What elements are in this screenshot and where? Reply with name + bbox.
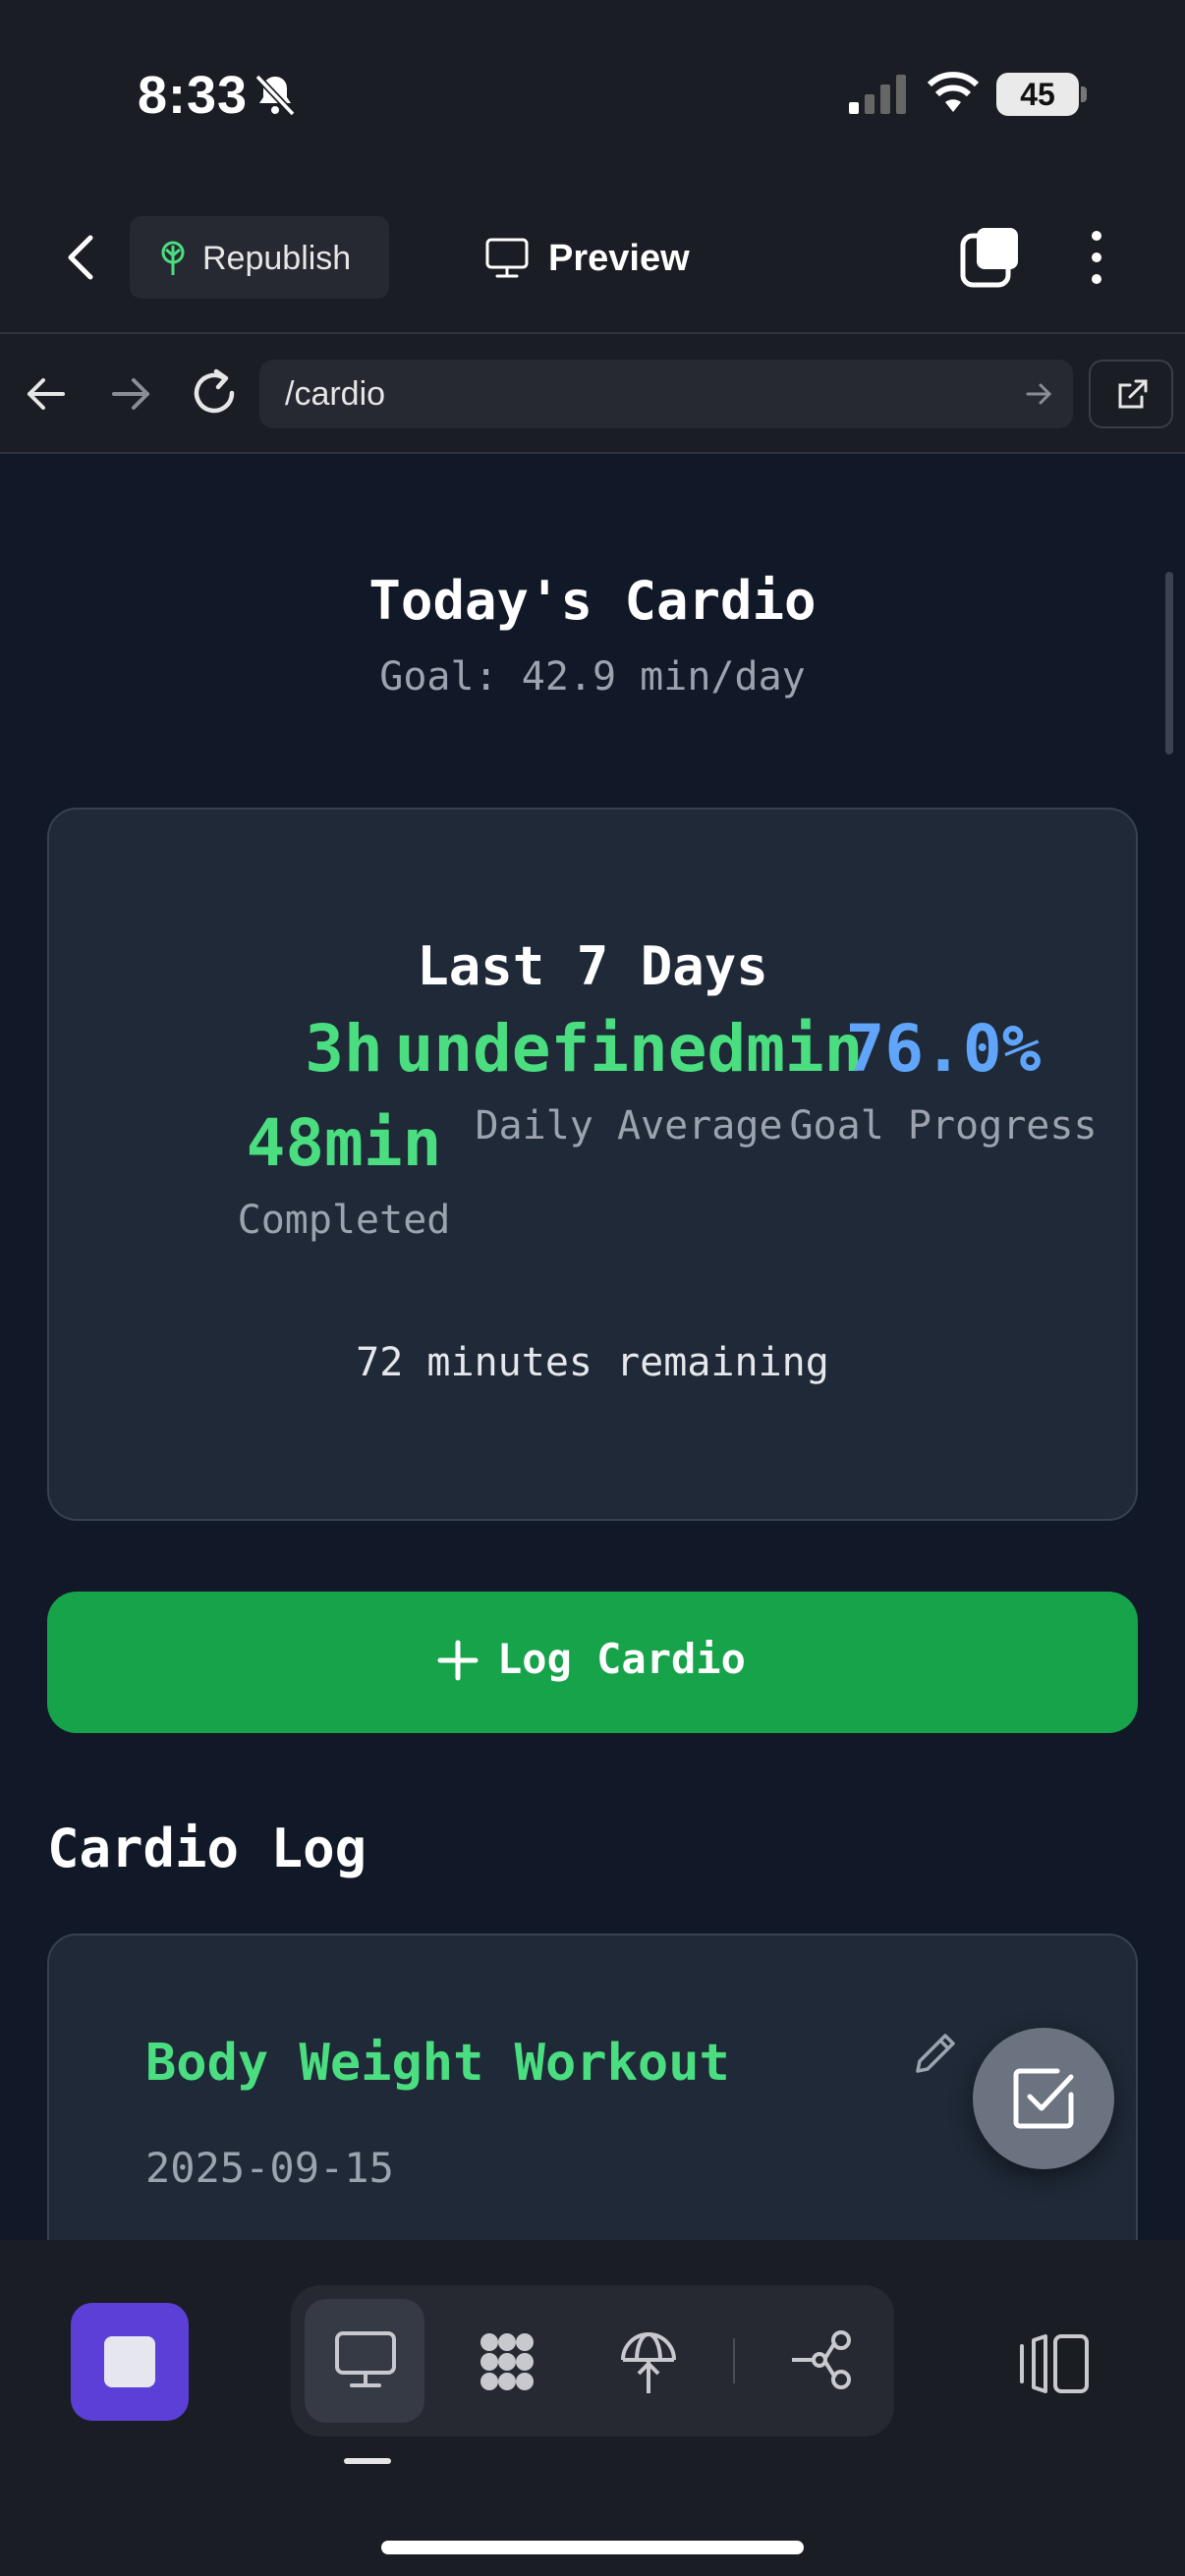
goal-progress-label: Goal Progress <box>789 1103 1098 1148</box>
chevron-left-icon[interactable] <box>55 226 110 289</box>
arrow-left-icon[interactable] <box>22 369 71 419</box>
open-external-button[interactable] <box>1089 360 1173 428</box>
active-tab-indicator <box>344 2458 391 2464</box>
todo-fab-button[interactable] <box>973 2028 1114 2169</box>
status-time: 8:33 <box>138 66 249 125</box>
connect-tab[interactable] <box>761 2299 880 2423</box>
app-toolbar: Republish Preview <box>0 196 1185 334</box>
preview-button[interactable]: Preview <box>481 216 737 299</box>
page-content[interactable]: Today's Cardio Goal: 42.9 min/day Last 7… <box>0 454 1185 2240</box>
stats-title: Last 7 Days <box>417 935 768 997</box>
deploy-icon <box>621 2332 676 2393</box>
apps-tab[interactable] <box>446 2299 566 2423</box>
external-link-icon <box>1118 379 1148 409</box>
stat-daily-average: undefinedmin Daily Average <box>395 1002 864 1155</box>
stat-goal-progress: 76.0% Goal Progress <box>786 1002 1100 1155</box>
browser-bar: /cardio <box>0 334 1185 454</box>
daily-goal: Goal: 42.9 min/day <box>379 654 806 700</box>
monitor-icon <box>335 2331 396 2387</box>
completed-label: Completed <box>237 1198 451 1243</box>
battery-tip <box>1081 86 1087 102</box>
monitor-icon <box>485 238 529 278</box>
app-icon-button[interactable] <box>71 2303 189 2421</box>
segment-divider <box>733 2338 735 2383</box>
more-vertical-icon[interactable] <box>1077 226 1116 289</box>
preview-label: Preview <box>548 238 690 279</box>
entry-date: 2025-09-15 <box>145 2144 394 2192</box>
battery-level: 45 <box>996 73 1079 116</box>
connect-icon <box>792 2330 851 2389</box>
checkbox-icon <box>1013 2068 1074 2129</box>
republish-button[interactable]: Republish <box>130 216 389 299</box>
cardio-log-heading: Cardio Log <box>47 1818 367 1879</box>
wifi-icon <box>927 72 980 112</box>
preview-tab[interactable] <box>305 2299 424 2423</box>
go-arrow-icon[interactable] <box>1024 379 1053 409</box>
url-text: /cardio <box>285 375 386 413</box>
log-cardio-button[interactable]: Log Cardio <box>47 1592 1138 1733</box>
tabs-icon[interactable] <box>959 226 1022 289</box>
arrow-right-icon[interactable] <box>106 369 155 419</box>
stats-card: Last 7 Days 3h 48min Completed undefined… <box>47 808 1138 1521</box>
home-indicator[interactable] <box>381 2541 804 2554</box>
view-switcher <box>291 2285 894 2436</box>
url-input[interactable]: /cardio <box>259 360 1073 428</box>
apps-icon <box>480 2333 534 2390</box>
app-icon-square <box>104 2336 155 2387</box>
goal-progress-value: 76.0% <box>845 1011 1042 1087</box>
status-bar: 8:33 45 <box>0 0 1185 196</box>
reload-icon[interactable] <box>189 365 240 420</box>
bottom-bar <box>0 2240 1185 2576</box>
panel-icon[interactable] <box>1018 2332 1091 2395</box>
pencil-icon[interactable] <box>910 2028 961 2079</box>
minutes-remaining: 72 minutes remaining <box>356 1340 829 1385</box>
entry-title: Body Weight Workout <box>145 2034 730 2093</box>
bell-slash-icon <box>254 74 296 117</box>
deploy-tab[interactable] <box>588 2299 707 2423</box>
tree-icon <box>161 241 185 275</box>
battery-icon: 45 <box>996 73 1087 116</box>
page-title: Today's Cardio <box>368 570 817 632</box>
daily-average-label: Daily Average <box>475 1103 783 1148</box>
log-cardio-label: Log Cardio <box>497 1635 746 1683</box>
plus-icon <box>437 1640 479 1681</box>
republish-label: Republish <box>202 240 352 277</box>
progress-ring <box>354 454 825 513</box>
signal-icon <box>849 75 906 114</box>
